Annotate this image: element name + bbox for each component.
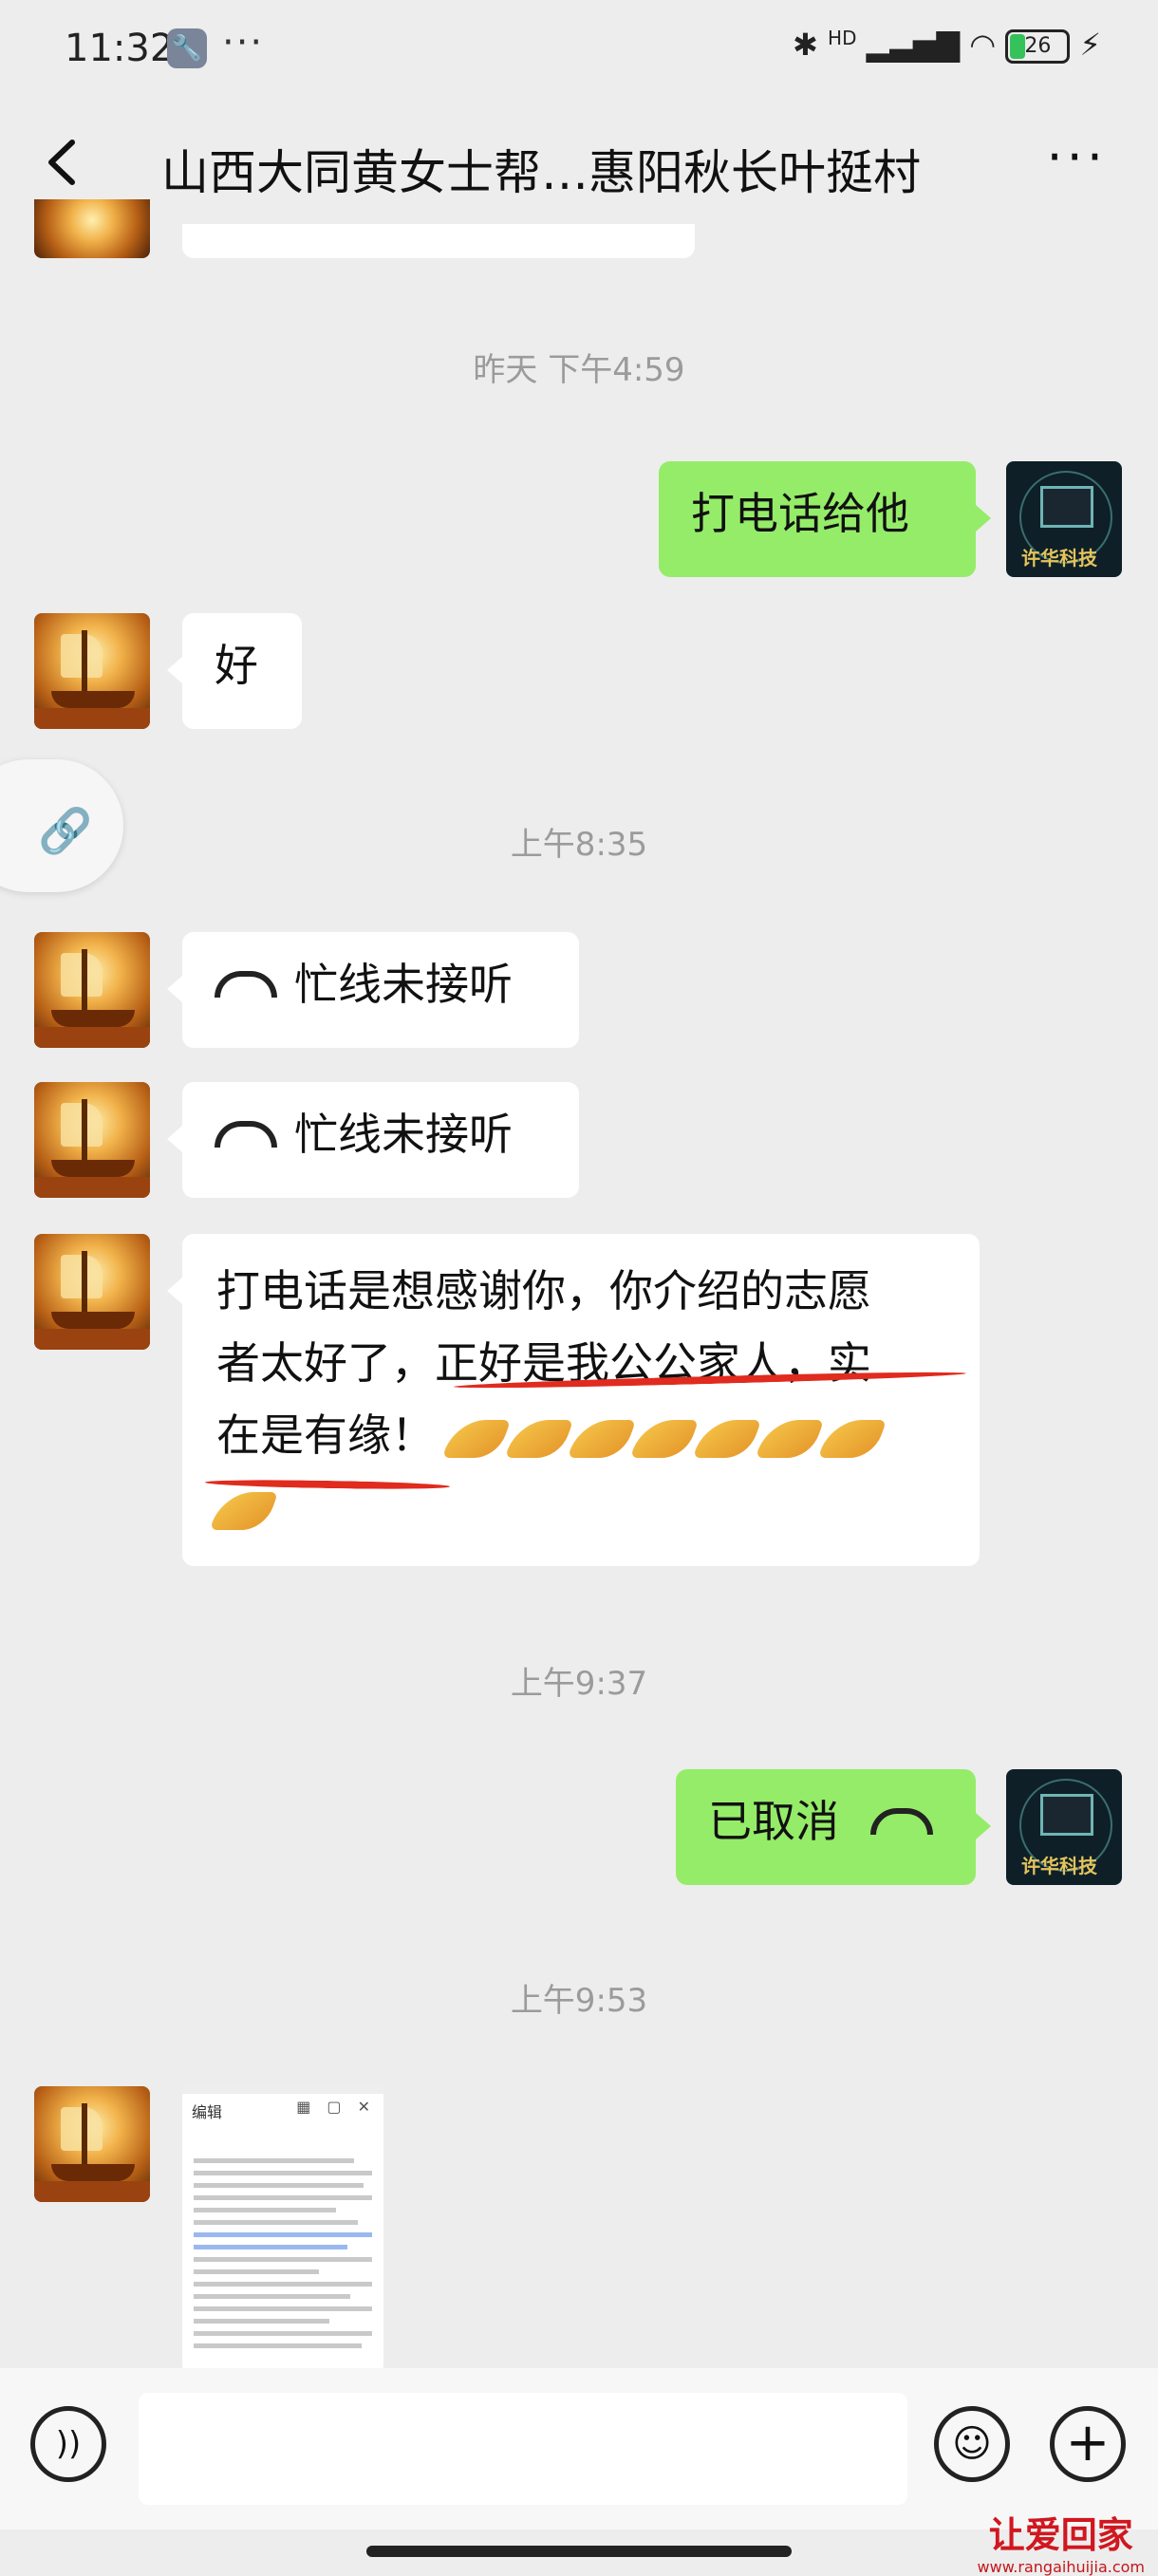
message-bubble-received[interactable]: 好 bbox=[182, 613, 302, 729]
clap-emoji-icon bbox=[209, 1491, 279, 1530]
phone-hangup-icon bbox=[869, 1807, 933, 1835]
bubble-tail bbox=[167, 976, 182, 1002]
bubble-tail bbox=[167, 1278, 182, 1304]
watermark-url: www.rangaihuijia.com bbox=[977, 2558, 1145, 2576]
battery-icon: 26 bbox=[1005, 29, 1071, 64]
bubble-tail bbox=[976, 1813, 991, 1839]
emoji-icon[interactable]: ☺ bbox=[934, 2406, 1010, 2482]
voice-input-icon[interactable]: )) bbox=[30, 2406, 106, 2482]
status-bar: 11:32 🔧 ··· ✱ HD ▂▃▅▇ ◠ 26 ⚡ bbox=[0, 0, 1158, 104]
doc-text-lines bbox=[194, 2158, 372, 2356]
phone-hangup-icon bbox=[215, 1120, 277, 1148]
call-status-text: 已取消 bbox=[708, 1796, 839, 1847]
wrench-icon: 🔧 bbox=[167, 28, 207, 68]
more-notifications-icon: ··· bbox=[222, 21, 265, 65]
avatar-contact[interactable] bbox=[34, 1082, 150, 1198]
message-line: 者太好了，正好是我公公家人，实 bbox=[216, 1337, 871, 1389]
battery-level: 26 bbox=[1024, 34, 1052, 58]
clap-emoji-icon bbox=[755, 1419, 824, 1458]
image-message-thumbnail[interactable]: 编辑 ▦ ▢ ✕ bbox=[182, 2086, 383, 2371]
avatar-text: 许华科技 bbox=[1021, 1855, 1097, 1877]
doc-edit-label: 编辑 bbox=[192, 2103, 223, 2121]
signal-icon: ▂▃▅▇ bbox=[866, 27, 961, 63]
call-status-text: 忙线未接听 bbox=[294, 959, 513, 1010]
avatar-contact[interactable] bbox=[34, 613, 150, 729]
message-partial[interactable] bbox=[182, 224, 695, 258]
chat-header: 山西大同黄女士帮…惠阳秋长叶挺村 ··· bbox=[0, 104, 1158, 228]
avatar-self[interactable]: 许华科技 bbox=[1006, 1769, 1122, 1885]
bubble-tail bbox=[167, 657, 182, 683]
timestamp: 上午9:37 bbox=[510, 1665, 648, 1703]
watermark: 让爱回家 www.rangaihuijia.com bbox=[978, 2506, 1145, 2576]
cancelled-call-bubble[interactable]: 已取消 bbox=[676, 1769, 976, 1885]
avatar-contact[interactable] bbox=[34, 2086, 150, 2202]
timestamp: 上午9:53 bbox=[510, 1982, 648, 2020]
clap-emoji-icon bbox=[817, 1419, 887, 1458]
message-input[interactable] bbox=[139, 2393, 907, 2505]
avatar-text: 许华科技 bbox=[1021, 547, 1097, 569]
plus-icon[interactable]: + bbox=[1050, 2406, 1126, 2482]
avatar-partial[interactable] bbox=[34, 199, 150, 258]
message-line: 打电话是想感谢你，你介绍的志愿 bbox=[216, 1265, 871, 1316]
bluetooth-icon: ✱ bbox=[793, 27, 818, 63]
signal-label: HD bbox=[828, 27, 857, 49]
status-time: 11:32 bbox=[65, 27, 175, 70]
wifi-icon: ◠ bbox=[969, 27, 997, 63]
avatar-self[interactable]: 许华科技 bbox=[1006, 461, 1122, 577]
avatar-contact[interactable] bbox=[34, 932, 150, 1048]
bubble-tail bbox=[167, 1126, 182, 1152]
clap-emoji-icon bbox=[629, 1419, 699, 1458]
clap-emoji-icon bbox=[567, 1419, 636, 1458]
clap-emoji-icon bbox=[692, 1419, 761, 1458]
bubble-tail bbox=[976, 505, 991, 532]
call-status-text: 忙线未接听 bbox=[294, 1109, 513, 1160]
back-arrow-icon[interactable] bbox=[44, 139, 82, 186]
watermark-text: 让爱回家 bbox=[988, 2514, 1133, 2556]
timestamp: 昨天 下午4:59 bbox=[473, 351, 685, 389]
chat-title: 山西大同黄女士帮…惠阳秋长叶挺村 bbox=[161, 145, 921, 200]
clap-emoji-icon bbox=[441, 1419, 511, 1458]
phone-hangup-icon bbox=[215, 970, 277, 998]
home-indicator[interactable] bbox=[366, 2546, 792, 2557]
message-bubble-sent[interactable]: 打电话给他 bbox=[659, 461, 976, 577]
missed-call-bubble[interactable]: 忙线未接听 bbox=[182, 932, 579, 1048]
message-line: 在是有缘！ bbox=[216, 1399, 945, 1471]
more-options-icon[interactable]: ··· bbox=[1047, 127, 1108, 187]
timestamp: 上午8:35 bbox=[510, 826, 648, 864]
avatar-contact[interactable] bbox=[34, 1234, 150, 1350]
doc-toolbar-icons: ▦ ▢ ✕ bbox=[296, 2098, 376, 2116]
missed-call-bubble[interactable]: 忙线未接听 bbox=[182, 1082, 579, 1198]
message-bubble-received[interactable]: 打电话是想感谢你，你介绍的志愿 者太好了，正好是我公公家人，实 在是有缘！ bbox=[182, 1234, 980, 1566]
status-icons: ✱ HD ▂▃▅▇ ◠ 26 ⚡ bbox=[793, 27, 1101, 64]
clap-emoji-icon bbox=[504, 1419, 573, 1458]
charging-icon: ⚡ bbox=[1079, 27, 1101, 63]
